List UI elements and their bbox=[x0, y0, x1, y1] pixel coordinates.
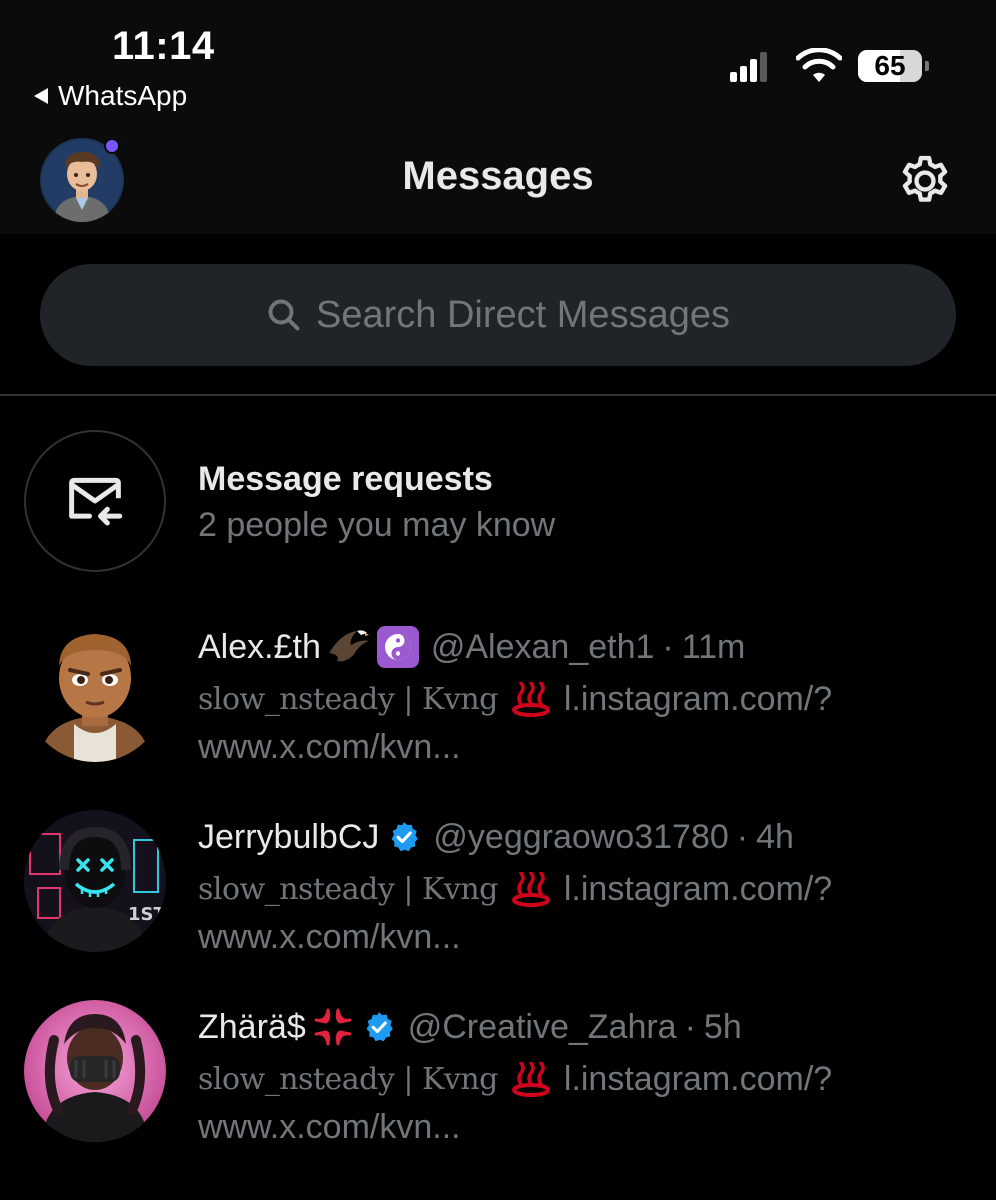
message-preview-line-2: www.x.com/kvn... bbox=[198, 1108, 461, 1146]
preview-link: l.instagram.com/? bbox=[563, 1060, 833, 1098]
conversation-header: Alex.£th @Alexan_eth1 · 11m bbox=[198, 624, 745, 670]
verified-badge-icon bbox=[366, 1012, 393, 1042]
anger-symbol-icon bbox=[312, 1006, 354, 1048]
conversation-header: JerrybulbCJ @yeggraowo31780 · 4h bbox=[198, 814, 794, 860]
avatar-image bbox=[24, 1000, 166, 1142]
yin-yang-icon bbox=[376, 626, 419, 668]
avatar[interactable]: 1ST bbox=[24, 810, 166, 952]
message-requests-icon-circle bbox=[24, 430, 166, 572]
preview-fancy-text: slow_nsteady | Kvng bbox=[198, 1062, 498, 1097]
dot-separator: · bbox=[662, 627, 674, 666]
search-placeholder: Search Direct Messages bbox=[316, 293, 730, 336]
page-title: Messages bbox=[402, 154, 594, 198]
preview-fancy-text: slow_nsteady | Kvng bbox=[198, 872, 498, 907]
message-preview-line-2: www.x.com/kvn... bbox=[198, 728, 461, 766]
hot-springs-icon bbox=[511, 1061, 550, 1097]
wifi-icon bbox=[796, 48, 842, 82]
clock-time: 11:14 bbox=[112, 24, 215, 68]
cellular-signal-icon bbox=[730, 52, 767, 82]
battery-icon: 65 bbox=[858, 50, 922, 82]
mail-incoming-icon bbox=[69, 477, 123, 526]
user-handle: @Alexan_eth1 bbox=[430, 627, 655, 666]
battery-percentage: 65 bbox=[874, 50, 906, 81]
message-preview-line: slow_nsteady | Kvng l.instagram.com/? bbox=[198, 680, 832, 719]
preview-link: l.instagram.com/? bbox=[563, 870, 833, 908]
message-preview-line: slow_nsteady | Kvng l.instagram.com/? bbox=[198, 870, 832, 909]
search-icon bbox=[268, 299, 300, 331]
eagle-icon bbox=[327, 627, 371, 667]
unread-indicator-dot bbox=[104, 138, 120, 154]
message-requests-subtitle: 2 people you may know bbox=[198, 506, 556, 544]
avatar[interactable] bbox=[24, 620, 166, 762]
verified-badge-icon bbox=[391, 822, 419, 852]
user-handle: @yeggraowo31780 bbox=[433, 817, 729, 856]
conversation-header: Zhärä$ @Creative_Zahra · 5h bbox=[198, 1004, 742, 1050]
hot-springs-icon bbox=[511, 871, 550, 907]
message-requests-row[interactable]: Message requests 2 people you may know bbox=[0, 426, 996, 576]
conversation-item[interactable]: Alex.£th @Alexan_eth1 · 11m slow_nsteady… bbox=[0, 620, 996, 790]
timestamp: 4h bbox=[756, 817, 794, 856]
section-divider bbox=[0, 394, 996, 396]
search-input[interactable]: Search Direct Messages bbox=[40, 264, 956, 366]
battery-cap bbox=[925, 61, 929, 71]
user-handle: @Creative_Zahra bbox=[407, 1007, 677, 1046]
hot-springs-icon bbox=[511, 681, 550, 717]
preview-link: l.instagram.com/? bbox=[563, 680, 833, 718]
message-preview-line-2: www.x.com/kvn... bbox=[198, 918, 461, 956]
timestamp: 5h bbox=[703, 1007, 742, 1046]
avatar-image: 1ST bbox=[24, 810, 166, 952]
gear-icon[interactable] bbox=[896, 152, 954, 210]
timestamp: 11m bbox=[681, 627, 746, 666]
top-app-bar: Messages bbox=[0, 124, 996, 234]
conversation-item[interactable]: 1ST JerrybulbCJ @yeggraowo31780 · 4h slo… bbox=[0, 810, 996, 980]
display-name: Zhärä$ bbox=[198, 1007, 306, 1046]
dot-separator: · bbox=[684, 1007, 696, 1046]
display-name: JerrybulbCJ bbox=[198, 817, 380, 856]
back-arrow-icon bbox=[34, 88, 48, 104]
avatar[interactable] bbox=[24, 1000, 166, 1142]
dot-separator: · bbox=[736, 817, 749, 856]
message-requests-title: Message requests bbox=[198, 460, 493, 498]
back-to-app-link[interactable]: WhatsApp bbox=[34, 80, 187, 112]
svg-text:1ST: 1ST bbox=[128, 904, 166, 925]
message-preview-line: slow_nsteady | Kvng l.instagram.com/? bbox=[198, 1060, 832, 1099]
display-name: Alex.£th bbox=[198, 627, 321, 666]
avatar-image bbox=[24, 620, 166, 762]
back-app-label: WhatsApp bbox=[58, 80, 188, 111]
conversation-item[interactable]: Zhärä$ @Creative_Zahra · 5h slow_nsteady… bbox=[0, 1000, 996, 1170]
status-bar: 11:14 WhatsApp 65 bbox=[0, 0, 996, 124]
preview-fancy-text: slow_nsteady | Kvng bbox=[198, 682, 498, 717]
